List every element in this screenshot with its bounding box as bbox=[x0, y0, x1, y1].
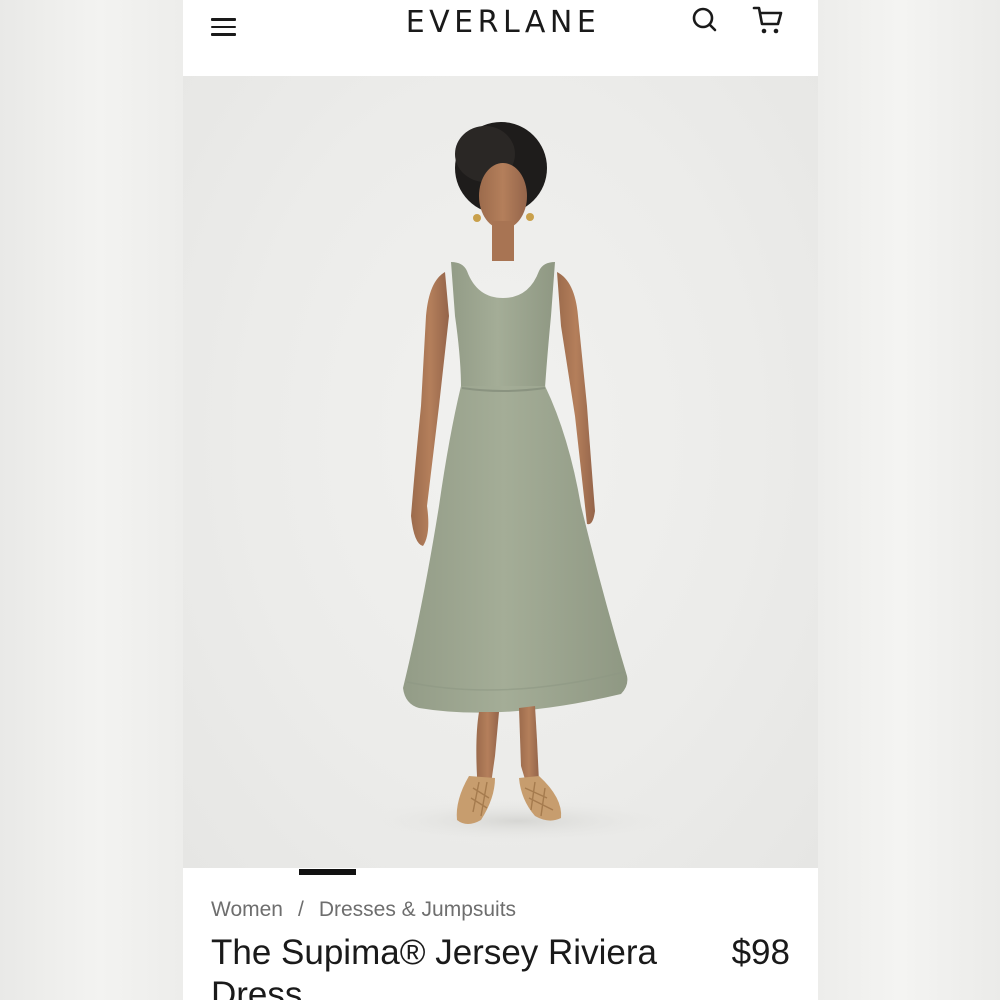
product-price: $98 bbox=[731, 933, 790, 972]
site-header: EVERLANE bbox=[183, 0, 818, 76]
menu-button[interactable] bbox=[211, 14, 241, 40]
hamburger-menu-icon bbox=[211, 18, 236, 21]
product-image[interactable] bbox=[183, 76, 818, 876]
model-photo bbox=[358, 122, 678, 843]
breadcrumb: Women / Dresses & Jumpsuits bbox=[211, 898, 516, 922]
breadcrumb-dresses-jumpsuits[interactable]: Dresses & Jumpsuits bbox=[319, 898, 516, 922]
carousel-track bbox=[183, 868, 818, 876]
product-title: The Supima® Jersey Riviera Dress bbox=[211, 933, 657, 1000]
search-icon bbox=[692, 7, 717, 32]
breadcrumb-women[interactable]: Women bbox=[211, 898, 283, 922]
product-info: Women / Dresses & Jumpsuits The Supima® … bbox=[183, 876, 818, 1000]
cart-icon bbox=[752, 6, 783, 34]
carousel-active-indicator[interactable] bbox=[299, 869, 356, 875]
product-page: EVERLANE Women / Dresses & Jumpsuits The… bbox=[183, 0, 818, 1000]
cart-button[interactable] bbox=[751, 3, 785, 37]
search-button[interactable] bbox=[690, 5, 720, 35]
breadcrumb-separator: / bbox=[297, 898, 304, 921]
brand-logo[interactable]: EVERLANE bbox=[343, 4, 663, 42]
